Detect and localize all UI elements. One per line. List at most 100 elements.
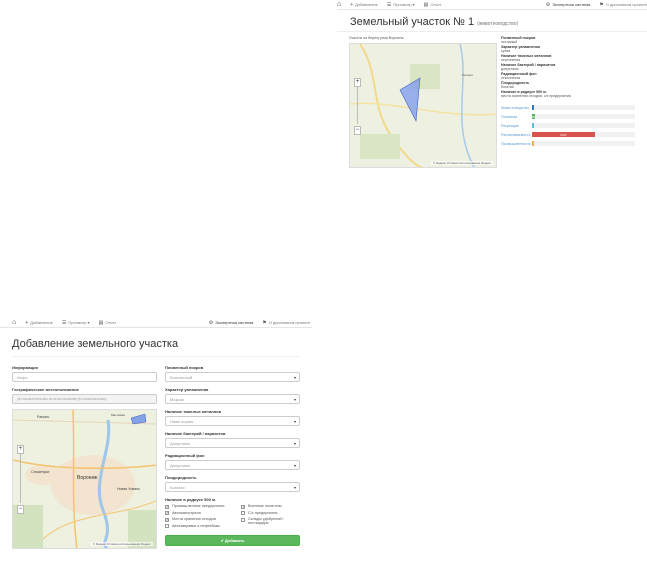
plot-map[interactable]: + − Рыбное © Яндекс Условия использовани…: [349, 43, 497, 168]
flag-icon: ⚑: [262, 319, 267, 326]
nav-add[interactable]: + Добавление: [350, 2, 378, 8]
file-icon: ▤: [423, 1, 429, 8]
stat-bar: 3%: [531, 114, 635, 119]
stat-name[interactable]: Животноводство: [501, 106, 532, 110]
nav-about[interactable]: ⚑ О дипломном проекте: [262, 320, 310, 326]
select-field[interactable]: Допустимо: [165, 438, 300, 448]
property-value: допустимо: [501, 67, 519, 71]
location-map[interactable]: + − Воронеж Семилуки Новая Усмань Рамонь…: [12, 409, 157, 549]
nav-expert[interactable]: ⚙ Экспертная система: [546, 2, 590, 8]
select-group: Радиационный фон Допустимо: [165, 453, 300, 470]
top-panel: ⌂ + Добавление ☰ Просмотр ▾ ▤ Отчет ⚙ Эксперт…: [337, 0, 647, 185]
zoom-out-button[interactable]: −: [17, 505, 24, 514]
stat-row: Рекреация: [501, 122, 635, 129]
checkbox-unchecked[interactable]: [241, 517, 245, 522]
stat-row: Промышленность: [501, 140, 635, 147]
checkbox-row[interactable]: ✓ Военные полигоны: [241, 504, 300, 509]
select-field[interactable]: Мокрая: [165, 394, 300, 404]
add-button[interactable]: ✔ Добавить: [165, 535, 300, 546]
home-icon: ⌂: [337, 1, 342, 8]
select-label: Почвенный покров: [165, 365, 204, 370]
checkbox-column-left: ✓ Промышленные предприятия ✓ Автомагистрали…: [165, 504, 241, 530]
bottom-panel: ⌂ + Добавление ☰ Просмотр ▾ ▤ Отчет ⚙ Эксперт…: [0, 318, 312, 581]
select-field[interactable]: Богатая: [165, 482, 300, 492]
map-town-label: Семилуки: [31, 469, 50, 474]
select-label: Наличие бактерий / паразитов: [165, 431, 226, 436]
info-group: Информация Инфо: [12, 365, 157, 382]
checkbox-unchecked[interactable]: [241, 511, 245, 515]
stat-fill: 3%: [531, 114, 536, 119]
info-input[interactable]: Инфо: [12, 372, 157, 382]
geo-input[interactable]: [[51.620094978191969,39.36139709425086],…: [12, 394, 157, 404]
map-town-label: Рамонь: [37, 415, 50, 419]
stat-name[interactable]: Распахиваемость: [501, 133, 532, 137]
checkbox-row[interactable]: Автозаправки и нефтебазы: [165, 524, 241, 528]
select-fields: Почвенный покров Болотистый Характер увлаж…: [165, 365, 300, 492]
select-label: Наличие тяжелых металлов: [165, 409, 222, 414]
checkbox-label: Места хранения отходов: [172, 517, 216, 521]
info-label: Информация: [12, 365, 38, 370]
select-field[interactable]: Болотистый: [165, 372, 300, 382]
property-value: песчаный: [501, 40, 518, 44]
plot-polygon: [399, 77, 421, 123]
map-town-label: Новая Усмань: [117, 487, 140, 491]
checkbox-row[interactable]: С/х предприятия: [241, 511, 300, 515]
list-icon: ☰: [386, 1, 392, 8]
select-label: Характер увлажнения: [165, 387, 209, 392]
gear-icon: ⚙: [208, 319, 214, 326]
map-canvas: [350, 44, 496, 167]
checkbox-row[interactable]: Склады удобрений / пестицидов: [241, 517, 300, 525]
stat-row: Распахиваемость 61%: [501, 131, 635, 138]
bottom-header: Добавление земельного участка: [0, 328, 312, 357]
add-form: Информация Инфо Географическое местополо…: [0, 357, 312, 549]
checkbox-row[interactable]: ✓ Автомагистрали: [165, 510, 241, 515]
stat-bar: [532, 123, 635, 128]
checkbox-checked[interactable]: ✓: [165, 517, 169, 522]
select-group: Плодородность Богатая: [165, 475, 300, 492]
zoom-out-button[interactable]: −: [354, 126, 361, 135]
form-left-column: Информация Инфо Географическое местополо…: [12, 365, 157, 549]
checkbox-checked[interactable]: ✓: [165, 504, 169, 509]
checkbox-checked[interactable]: ✓: [241, 504, 245, 509]
gear-icon: ⚙: [545, 1, 551, 8]
select-field[interactable]: Ниже нормы: [165, 416, 300, 426]
stat-fill: [532, 141, 535, 146]
map-attribution: © Яндекс Условия использования Яндекс: [90, 542, 153, 546]
location-text: Участок на берегу реки Воронеж: [349, 36, 404, 40]
top-map-column: Участок на берегу реки Воронеж + − Рыбно…: [349, 36, 497, 168]
checkbox-unchecked[interactable]: [165, 524, 169, 528]
property-value: сухая: [501, 49, 511, 53]
stat-name[interactable]: Промышленность: [501, 142, 532, 146]
stat-fill: [532, 105, 535, 110]
select-field[interactable]: Допустимо: [165, 460, 300, 470]
property-value: отклонения: [501, 58, 521, 62]
nav-report[interactable]: ▤ Отчет: [99, 320, 117, 326]
form-right-column: Почвенный покров Болотистый Характер увлаж…: [165, 365, 300, 549]
page-title: Земельный участок № 1 (животноводство): [350, 16, 519, 28]
select-group: Наличие тяжелых металлов Ниже нормы: [165, 409, 300, 426]
zoom-track[interactable]: [357, 86, 358, 124]
checkbox-label: Военные полигоны: [248, 504, 282, 508]
checkbox-column-right: ✓ Военные полигоны С/х предприятия Склады у…: [241, 504, 300, 530]
nav-expert[interactable]: ⚙ Экспертная система: [209, 320, 253, 326]
checkbox-row[interactable]: ✓ Места хранения отходов: [165, 517, 241, 522]
zoom-track[interactable]: [20, 453, 21, 503]
nav-report[interactable]: ▤ Отчет: [424, 2, 442, 8]
select-group: Характер увлажнения Мокрая: [165, 387, 300, 404]
page-subtitle: (животноводство): [477, 21, 519, 27]
stat-name[interactable]: Рекреация: [501, 124, 532, 128]
nav-view[interactable]: ☰ Просмотр ▾: [62, 320, 90, 326]
home-link[interactable]: ⌂: [12, 319, 16, 326]
nav-add[interactable]: + Добавление: [25, 320, 53, 326]
home-link[interactable]: ⌂: [337, 1, 341, 8]
checkbox-row[interactable]: ✓ Промышленные предприятия: [165, 504, 241, 509]
geo-label: Географическое местоположение: [12, 387, 79, 392]
nav-about[interactable]: ⚑ О дипломном проекте: [599, 2, 647, 8]
checkbox-label: Автомагистрали: [172, 510, 201, 515]
checkbox-checked[interactable]: ✓: [165, 511, 169, 515]
nav-view[interactable]: ☰ Просмотр ▾: [387, 2, 415, 8]
top-info-column: Почвенный покров песчаный Характер увлажне…: [497, 36, 635, 168]
list-icon: ☰: [61, 319, 67, 326]
map-attribution: © Яндекс Условия использования Яндекс: [430, 161, 493, 165]
stat-name[interactable]: Посевная: [501, 115, 532, 119]
